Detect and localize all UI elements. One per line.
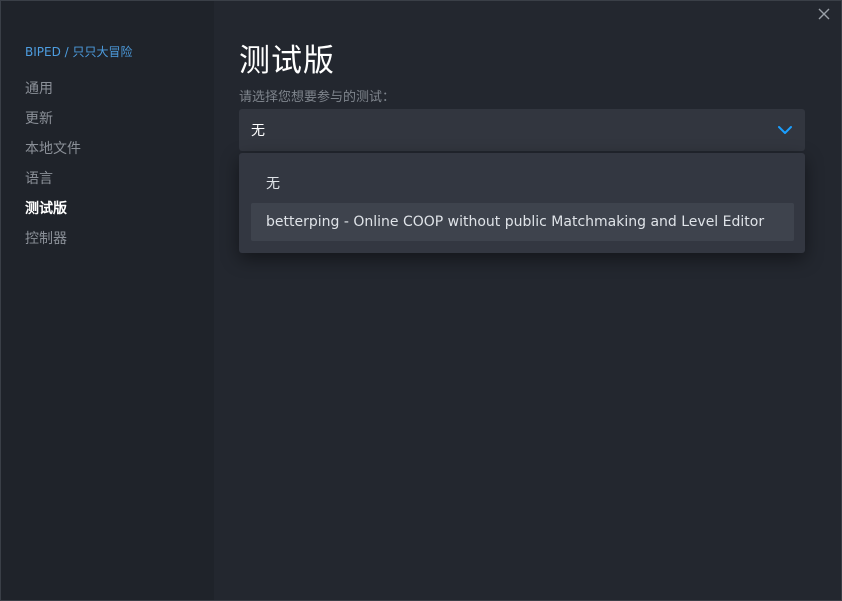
sidebar-nav: 通用 更新 本地文件 语言 测试版 控制器 xyxy=(25,79,81,259)
sidebar-item-language[interactable]: 语言 xyxy=(25,169,81,199)
page-title: 测试版 xyxy=(239,43,335,79)
beta-prompt-label: 请选择您想要参与的测试： xyxy=(239,90,396,105)
sidebar-item-updates[interactable]: 更新 xyxy=(25,109,81,139)
properties-window: BIPED / 只只大冒险 通用 更新 本地文件 语言 测试版 控制器 测试版 … xyxy=(0,0,842,601)
beta-option-betterping[interactable]: betterping - Online COOP without public … xyxy=(251,203,794,241)
close-icon xyxy=(818,8,830,20)
beta-select-value: 无 xyxy=(251,123,265,139)
sidebar-item-betas[interactable]: 测试版 xyxy=(25,199,81,229)
sidebar-item-general[interactable]: 通用 xyxy=(25,79,81,109)
beta-dropdown-menu: 无 betterping - Online COOP without publi… xyxy=(239,153,805,253)
sidebar-item-local-files[interactable]: 本地文件 xyxy=(25,139,81,169)
close-button[interactable] xyxy=(815,5,833,23)
main-panel: 测试版 请选择您想要参与的测试： 无 无 betterping - Online… xyxy=(214,1,841,600)
beta-option-none[interactable]: 无 xyxy=(251,165,794,203)
breadcrumb[interactable]: BIPED / 只只大冒险 xyxy=(25,43,133,60)
sidebar: BIPED / 只只大冒险 通用 更新 本地文件 语言 测试版 控制器 xyxy=(1,1,214,600)
chevron-down-icon xyxy=(778,126,792,134)
sidebar-item-controller[interactable]: 控制器 xyxy=(25,229,81,259)
beta-select[interactable]: 无 xyxy=(239,109,805,151)
